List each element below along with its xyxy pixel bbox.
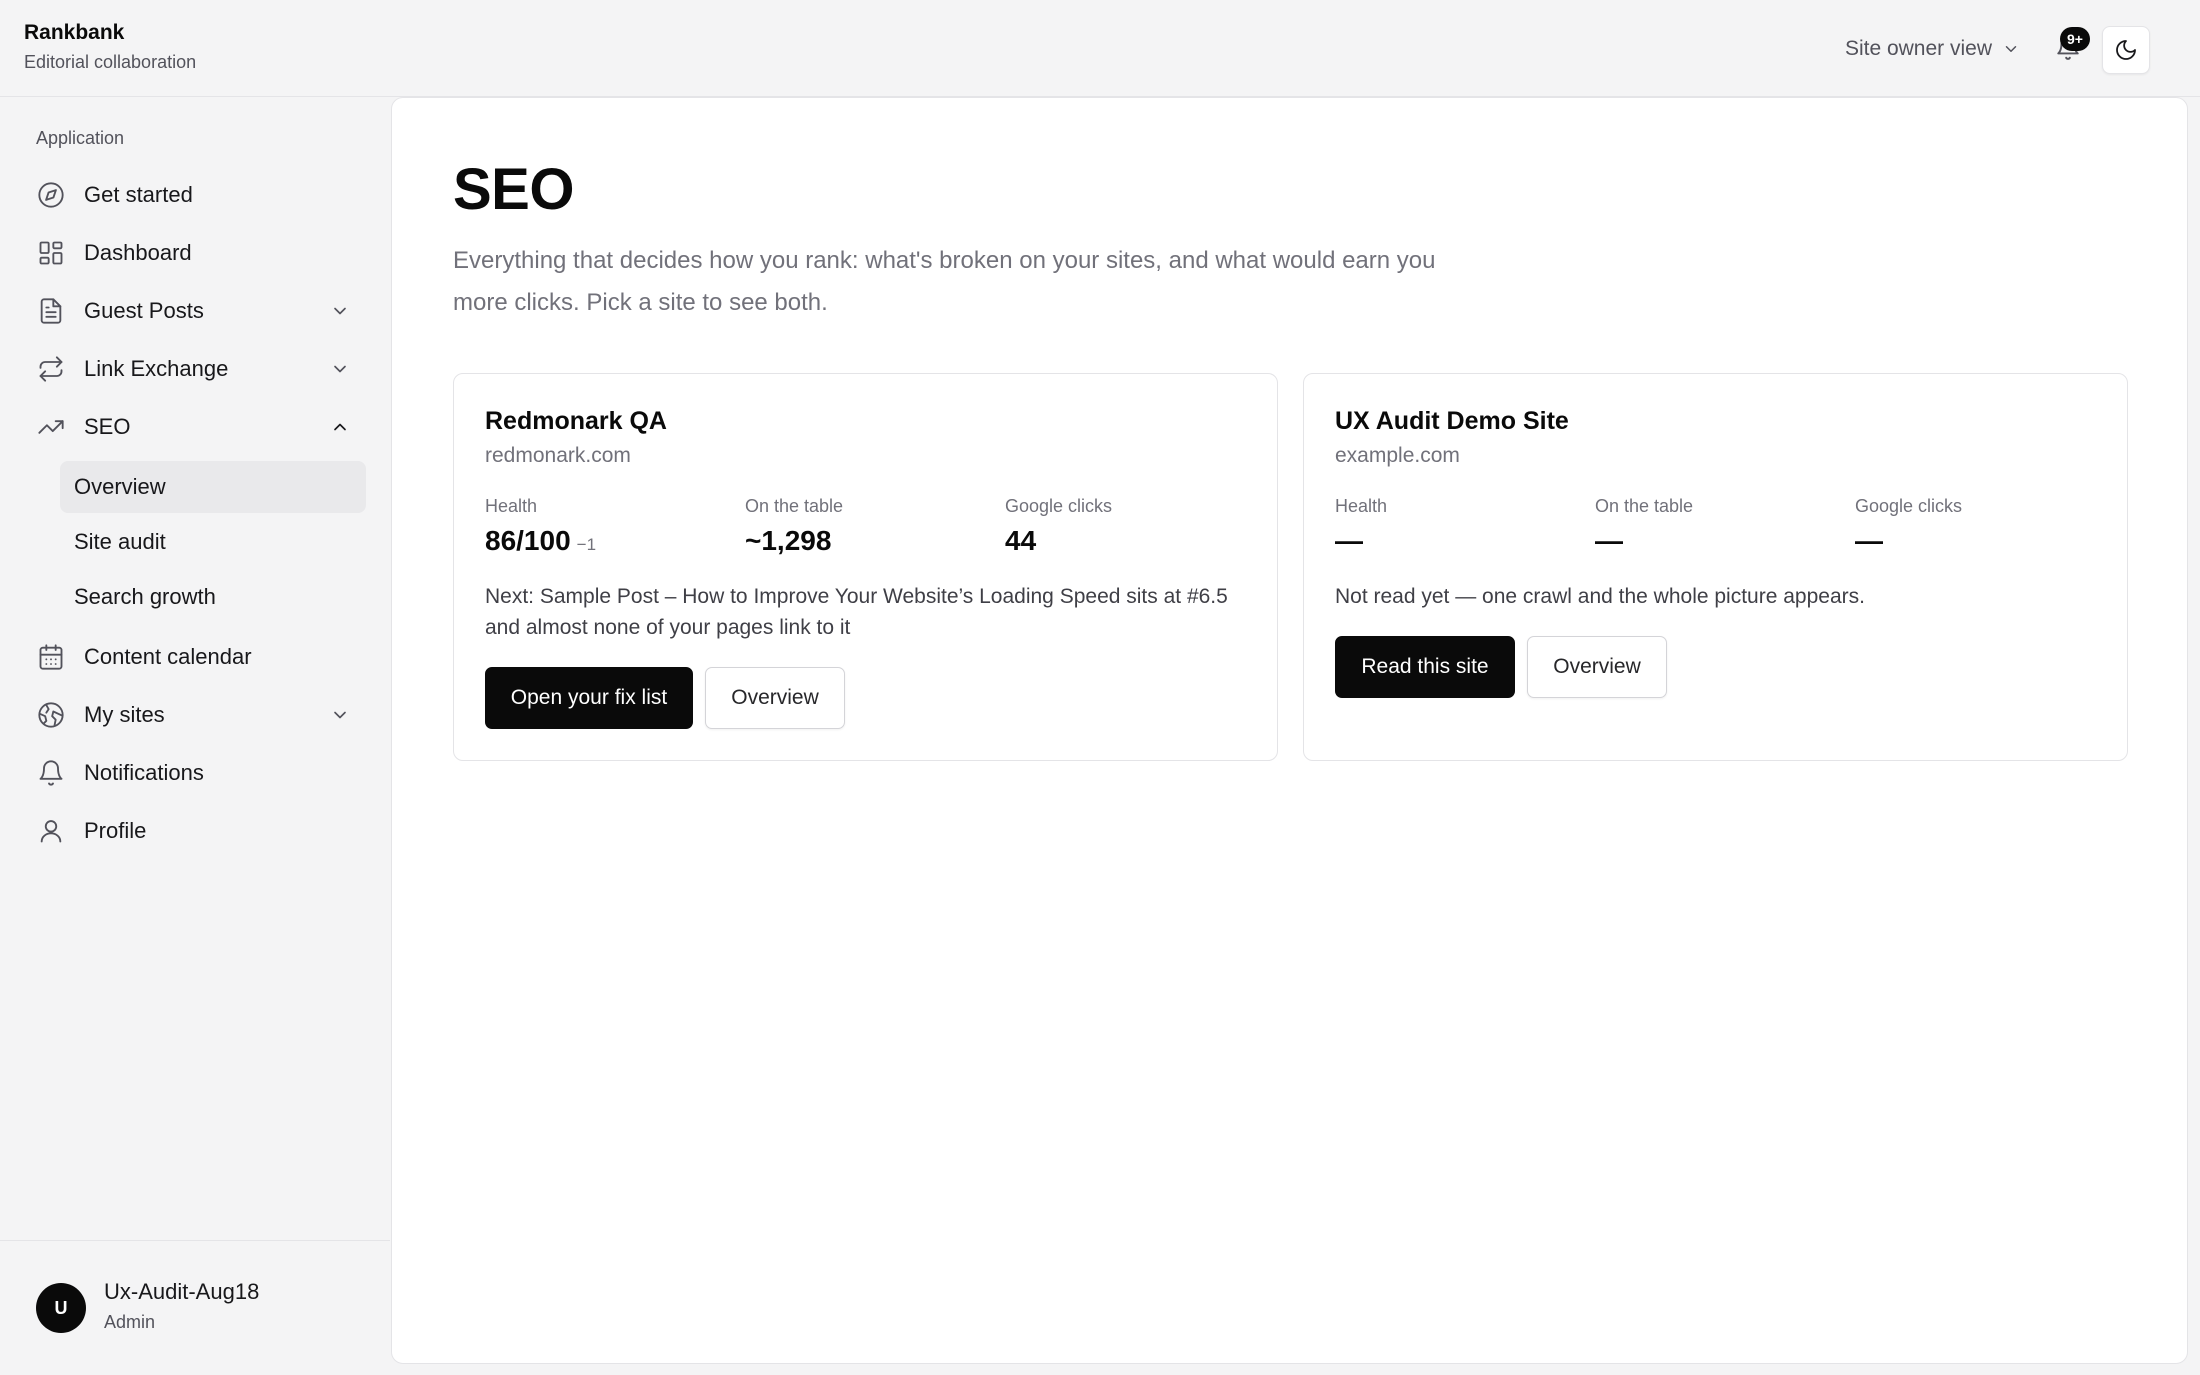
sidebar-item-label: My sites — [84, 702, 165, 727]
google-clicks-stat: Google clicks — — [1855, 496, 1962, 557]
theme-toggle-button[interactable] — [2102, 26, 2150, 74]
calendar-icon — [36, 642, 66, 672]
stat-value: 86/100 −1 — [485, 525, 596, 557]
health-value: 86/100 — [485, 525, 571, 556]
overview-button[interactable]: Overview — [1527, 636, 1667, 698]
moon-icon — [2116, 40, 2136, 60]
sidebar-item-seo[interactable]: SEO — [24, 402, 366, 452]
sidebar-section-label: Application — [36, 128, 125, 148]
stat-value: — — [1595, 525, 1623, 556]
sidebar-item-label: Get started — [84, 182, 193, 207]
site-card: Redmonark QA redmonark.com Health 86/100… — [453, 373, 1278, 761]
stat-value: — — [1335, 525, 1363, 556]
sidebar-item-dashboard[interactable]: Dashboard — [24, 228, 366, 278]
on-the-table-stat: On the table ~1,298 — [745, 496, 843, 557]
site-domain: example.com — [1335, 444, 1460, 467]
site-name: Redmonark QA — [485, 407, 667, 435]
sidebar-item-label: SEO — [84, 414, 131, 439]
sidebar-item-get-started[interactable]: Get started — [24, 170, 366, 220]
avatar[interactable]: U — [36, 1283, 86, 1333]
sidebar-item-my-sites[interactable]: My sites — [24, 690, 366, 740]
user-icon — [36, 816, 66, 846]
view-switcher[interactable]: Site owner view — [1845, 32, 2020, 66]
sidebar-item-guest-posts[interactable]: Guest Posts — [24, 286, 366, 336]
sidebar-item-content-calendar[interactable]: Content calendar — [24, 632, 366, 682]
chevron-down-icon — [334, 307, 346, 315]
document-icon — [36, 296, 66, 326]
sidebar-item-label: Notifications — [84, 760, 204, 785]
user-name[interactable]: Ux-Audit-Aug18 — [104, 1279, 259, 1305]
overview-button[interactable]: Overview — [705, 667, 845, 729]
compass-icon — [36, 180, 66, 210]
stat-label: Google clicks — [1855, 496, 1963, 516]
site-card: UX Audit Demo Site example.com Health — … — [1303, 373, 2128, 761]
sidebar-item-notifications[interactable]: Notifications — [24, 748, 366, 798]
stat-label: On the table — [1595, 496, 1694, 516]
dashboard-icon — [36, 238, 66, 268]
health-delta: −1 — [576, 535, 597, 554]
brand[interactable]: Rankbank Editorial collaboration — [24, 20, 196, 74]
next-action-text: Next: Sample Post – How to Improve Your … — [485, 585, 1228, 639]
sidebar-subitem-search-growth[interactable]: Search growth — [60, 571, 366, 623]
sidebar-item-profile[interactable]: Profile — [24, 806, 366, 856]
app-subtitle: Editorial collaboration — [24, 52, 197, 72]
repeat-icon — [36, 354, 66, 384]
google-clicks-stat: Google clicks 44 — [1005, 496, 1112, 557]
bell-icon — [36, 758, 66, 788]
stat-label: Health — [485, 496, 538, 516]
stat-label: Google clicks — [1005, 496, 1113, 516]
chevron-down-icon — [334, 365, 346, 373]
sidebar-item-label: Content calendar — [84, 644, 252, 669]
sidebar-item-label: Guest Posts — [84, 298, 204, 323]
trending-up-icon — [36, 412, 66, 442]
stat-value: ~1,298 — [745, 525, 832, 556]
chevron-down-icon — [334, 711, 346, 719]
read-site-button[interactable]: Read this site — [1335, 636, 1515, 698]
chevron-down-icon — [2005, 46, 2017, 52]
sidebar: Application Get started Dashboard Guest … — [0, 98, 390, 1375]
next-action-text: Not read yet — one crawl and the whole p… — [1335, 585, 1865, 608]
stat-label: On the table — [745, 496, 844, 516]
stat-value: 44 — [1005, 525, 1037, 556]
health-stat: Health — — [1335, 496, 1387, 557]
stat-label: Health — [1335, 496, 1388, 516]
app-name: Rankbank — [24, 21, 125, 44]
site-domain: redmonark.com — [485, 444, 631, 467]
sidebar-subitem-site-audit[interactable]: Site audit — [60, 516, 366, 568]
view-switcher-label: Site owner view — [1844, 37, 1992, 60]
sidebar-item-label: Profile — [84, 818, 147, 843]
main-panel: SEO Everything that decides how you rank… — [391, 97, 2188, 1364]
page-title: SEO — [453, 157, 575, 222]
on-the-table-stat: On the table — — [1595, 496, 1693, 557]
globe-icon — [36, 700, 66, 730]
site-name: UX Audit Demo Site — [1335, 407, 1569, 435]
open-fix-list-button[interactable]: Open your fix list — [485, 667, 693, 729]
sidebar-item-label: Link Exchange — [84, 356, 229, 381]
user-role: Admin — [104, 1312, 156, 1332]
stat-value: — — [1855, 525, 1883, 556]
health-stat: Health 86/100 −1 — [485, 496, 596, 557]
chevron-up-icon — [334, 423, 346, 431]
sidebar-item-label: Dashboard — [84, 240, 192, 265]
page-description: Everything that decides how you rank: wh… — [453, 247, 1436, 316]
sidebar-subitem-overview[interactable]: Overview — [60, 461, 366, 513]
sidebar-item-link-exchange[interactable]: Link Exchange — [24, 344, 366, 394]
notifications-badge: 9+ — [2060, 27, 2090, 51]
top-bar: Rankbank Editorial collaboration Site ow… — [0, 0, 2200, 97]
